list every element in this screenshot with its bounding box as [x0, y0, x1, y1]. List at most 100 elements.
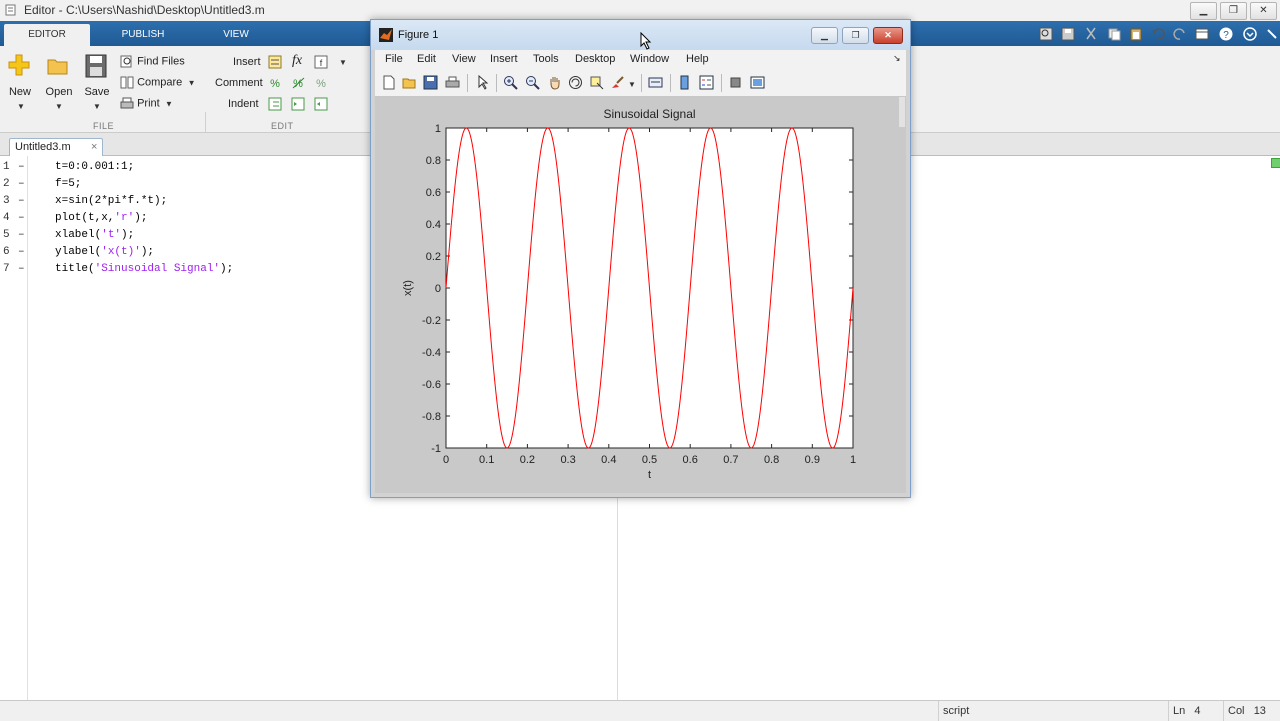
tab-view[interactable]: VIEW: [196, 24, 276, 46]
insert-caret-icon[interactable]: ▼: [339, 58, 347, 67]
window-title: Editor - C:\Users\Nashid\Desktop\Untitle…: [24, 3, 265, 17]
document-tab-untitled3[interactable]: Untitled3.m ×: [9, 138, 103, 156]
toolbar-separator: [641, 74, 642, 92]
comment-label[interactable]: Comment: [215, 77, 263, 89]
maximize-button[interactable]: ❐: [1220, 2, 1247, 20]
insert-function-icon[interactable]: fx: [292, 53, 302, 69]
increase-indent-icon[interactable]: [291, 97, 306, 111]
menu-view[interactable]: View: [452, 53, 476, 65]
brush-caret-icon[interactable]: ▼: [628, 80, 636, 89]
close-tab-icon[interactable]: ×: [91, 139, 97, 155]
close-button[interactable]: ✕: [1250, 2, 1277, 20]
menu-file[interactable]: File: [385, 53, 403, 65]
undo-icon[interactable]: [1150, 26, 1166, 42]
decrease-indent-icon[interactable]: [314, 97, 329, 111]
breakpoint-marker[interactable]: –: [18, 263, 25, 275]
figure-maximize-button[interactable]: ❐: [842, 27, 869, 44]
data-cursor-icon[interactable]: [589, 75, 604, 90]
pan-hand-icon[interactable]: [547, 75, 562, 90]
minimize-button[interactable]: ▁: [1190, 2, 1217, 20]
save-quick-icon[interactable]: [1060, 26, 1076, 42]
code-line[interactable]: x=sin(2*pi*f.*t);: [55, 195, 167, 207]
print-caret-icon: ▼: [162, 99, 173, 109]
figure-title: Figure 1: [398, 29, 439, 41]
expand-toolstrip-icon[interactable]: [1242, 26, 1258, 42]
search-docs-icon[interactable]: [1038, 26, 1054, 42]
copy-icon[interactable]: [1106, 26, 1122, 42]
code-text: ylabel(: [55, 246, 102, 258]
code-line[interactable]: title('Sinusoidal Signal');: [55, 263, 233, 275]
menu-window[interactable]: Window: [630, 53, 669, 65]
tab-publish[interactable]: PUBLISH: [96, 24, 190, 46]
save-figure-icon[interactable]: [423, 75, 438, 90]
breakpoint-marker[interactable]: –: [18, 246, 25, 258]
compare-button[interactable]: Compare ▼: [120, 76, 196, 89]
link-plot-icon[interactable]: [648, 75, 663, 90]
line-number: 4: [3, 212, 10, 224]
print-figure-icon[interactable]: [445, 75, 460, 90]
figure-close-button[interactable]: ✕: [873, 27, 903, 44]
code-line[interactable]: t=0:0.001:1;: [55, 161, 134, 173]
pin-icon[interactable]: [1264, 26, 1280, 42]
code-line[interactable]: plot(t,x,'r');: [55, 212, 147, 224]
cut-icon[interactable]: [1083, 26, 1099, 42]
insert-legend-icon[interactable]: [699, 75, 714, 90]
insert-options-icon[interactable]: f: [314, 55, 329, 69]
breakpoint-marker[interactable]: –: [18, 195, 25, 207]
code-line[interactable]: ylabel('x(t)');: [55, 246, 154, 258]
dock-figure-icon[interactable]: ↘: [893, 53, 901, 64]
breakpoint-marker[interactable]: –: [18, 161, 25, 173]
wrap-comments-icon[interactable]: %: [314, 76, 329, 90]
svg-text:?: ?: [1223, 30, 1229, 41]
uncomment-icon[interactable]: %: [291, 76, 306, 90]
comment-icon[interactable]: %: [268, 76, 283, 90]
figure-window[interactable]: Figure 1 ▁ ❐ ✕ File Edit View Insert Too…: [370, 19, 911, 498]
rotate-3d-icon[interactable]: [568, 75, 583, 90]
print-button[interactable]: Print ▼: [120, 97, 173, 110]
y-tick-label: -0.2: [422, 315, 441, 327]
open-button[interactable]: Open ▼: [44, 52, 74, 111]
breakpoint-marker[interactable]: –: [18, 229, 25, 241]
code-line[interactable]: f=5;: [55, 178, 81, 190]
figure-minimize-button[interactable]: ▁: [811, 27, 838, 44]
indent-label[interactable]: Indent: [228, 98, 259, 110]
x-axis-label: t: [648, 469, 651, 481]
insert-colorbar-icon[interactable]: [677, 75, 692, 90]
redo-icon[interactable]: [1172, 26, 1188, 42]
menu-edit[interactable]: Edit: [417, 53, 436, 65]
open-caret-icon: ▼: [55, 102, 63, 111]
sinusoidal-plot[interactable]: 0 0.1 0.2 0.3 0.4 0.5 0.6 0.7 0.8 0.9 1 -1 -0.8 -0.6 -…: [375, 97, 906, 493]
menu-desktop[interactable]: Desktop: [575, 53, 615, 65]
hide-plot-tools-icon[interactable]: [728, 75, 743, 90]
figure-scroll-edge: [899, 97, 905, 127]
show-plot-tools-icon[interactable]: [750, 75, 765, 90]
ribbon-body-right: [910, 46, 1280, 133]
insert-label[interactable]: Insert: [233, 56, 261, 68]
breakpoint-marker[interactable]: –: [18, 178, 25, 190]
brush-icon[interactable]: [610, 75, 625, 90]
help-icon[interactable]: ?: [1218, 26, 1234, 42]
code-analyzer-indicator[interactable]: [1271, 158, 1280, 168]
figure-menubar: File Edit View Insert Tools Desktop Wind…: [375, 50, 906, 70]
breakpoint-marker[interactable]: –: [18, 212, 25, 224]
find-files-button[interactable]: Find Files: [120, 55, 185, 68]
edit-plot-arrow-icon[interactable]: [475, 75, 490, 90]
menu-help[interactable]: Help: [686, 53, 709, 65]
new-figure-icon[interactable]: [381, 75, 396, 90]
save-button[interactable]: Save ▼: [82, 52, 112, 111]
code-line[interactable]: xlabel('t');: [55, 229, 134, 241]
smart-indent-icon[interactable]: [268, 97, 283, 111]
new-button[interactable]: New ▼: [6, 52, 34, 111]
figure-canvas[interactable]: 0 0.1 0.2 0.3 0.4 0.5 0.6 0.7 0.8 0.9 1 -1 -0.8 -0.6 -…: [375, 97, 906, 493]
tab-editor[interactable]: EDITOR: [4, 24, 90, 46]
switch-windows-icon[interactable]: [1194, 26, 1210, 42]
insert-section-icon[interactable]: [268, 55, 283, 69]
menu-insert[interactable]: Insert: [490, 53, 518, 65]
line-number: 2: [3, 178, 10, 190]
zoom-out-icon[interactable]: [525, 75, 540, 90]
open-file-icon[interactable]: [402, 75, 417, 90]
zoom-in-icon[interactable]: [503, 75, 518, 90]
x-tick-label: 0: [443, 454, 449, 466]
paste-icon[interactable]: [1128, 26, 1144, 42]
menu-tools[interactable]: Tools: [533, 53, 559, 65]
